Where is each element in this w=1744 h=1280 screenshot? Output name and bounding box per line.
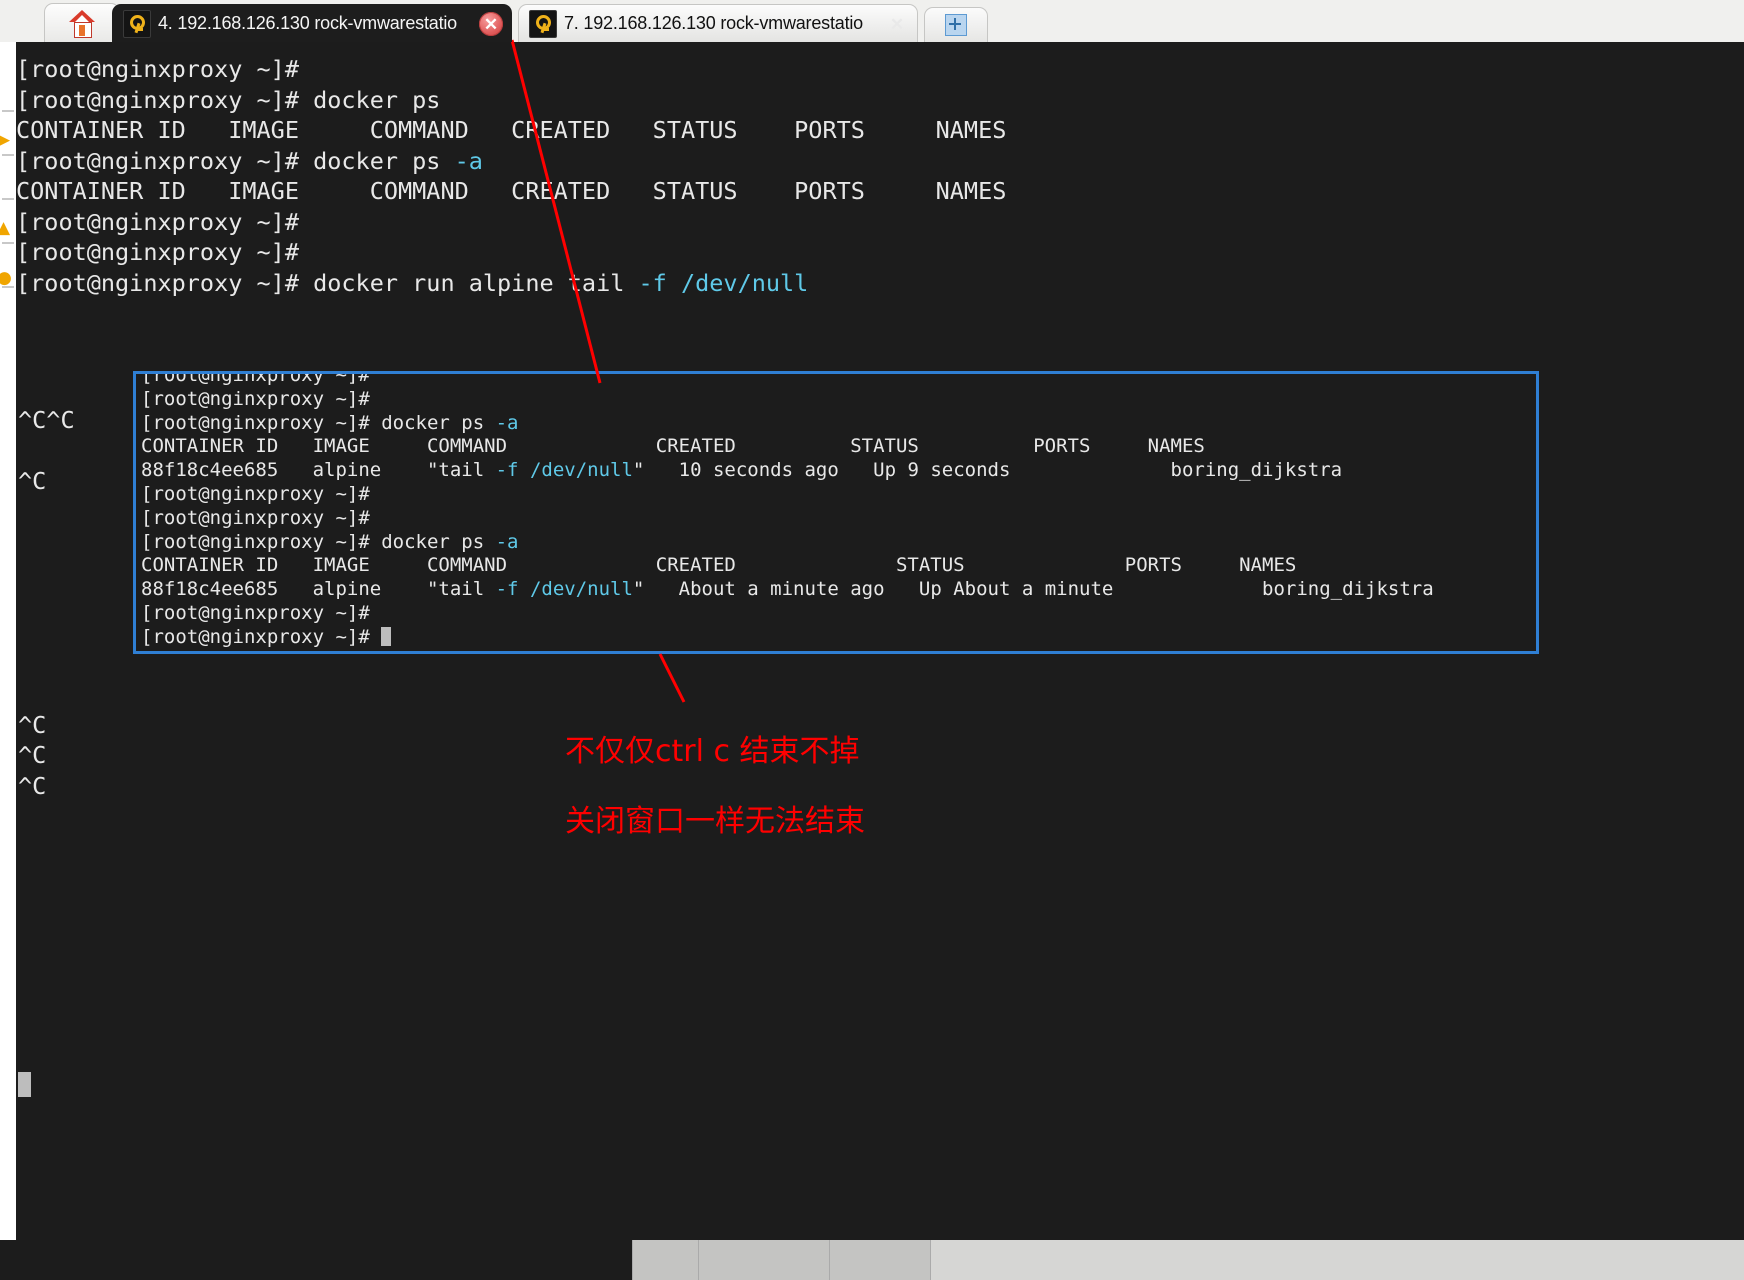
terminal-line: [root@nginxproxy ~]# docker ps -a <box>141 412 1434 436</box>
browser-tab-bar: 4. 192.168.126.130 rock-vmwarestatio ✕ 7… <box>0 0 1744 43</box>
terminal-line: [root@nginxproxy ~]# <box>141 602 1434 626</box>
plus-icon <box>945 14 967 36</box>
terminal-text: 88f18c4ee685 alpine "tail <box>141 578 496 600</box>
interrupt-marker: ^C <box>18 710 46 741</box>
new-tab-button[interactable] <box>924 7 988 42</box>
terminal-text: [root@nginxproxy ~]# <box>141 388 370 410</box>
terminal-text: -a <box>496 412 519 434</box>
interrupt-marker: ^C <box>18 771 46 802</box>
pasted-terminal-panel: [root@nginxproxy ~]#[root@nginxproxy ~]#… <box>133 371 1539 654</box>
tab-strip: 4. 192.168.126.130 rock-vmwarestatio ✕ 7… <box>0 0 988 42</box>
tab-session-7[interactable]: 7. 192.168.126.130 rock-vmwarestatio ✕ <box>518 4 918 42</box>
terminal-text: [root@nginxproxy ~]# docker ps <box>141 531 496 553</box>
terminal-line: 88f18c4ee685 alpine "tail -f /dev/null" … <box>141 578 1434 602</box>
interrupt-marker: ^C^C <box>18 405 75 436</box>
terminal-text: -f <box>496 459 519 481</box>
terminal-text: [root@nginxproxy ~]# docker run alpine t… <box>16 269 639 297</box>
terminal-line: CONTAINER ID IMAGE COMMAND CREATED STATU… <box>141 435 1434 459</box>
taskbar-segment[interactable] <box>829 1240 931 1280</box>
terminal-line: [root@nginxproxy ~]# <box>141 626 1434 650</box>
terminal-line: [root@nginxproxy ~]# docker ps -a <box>16 146 1006 177</box>
terminal-line: [root@nginxproxy ~]# docker ps -a <box>141 531 1434 555</box>
terminal-cursor <box>381 627 391 646</box>
terminal-text: CONTAINER ID IMAGE COMMAND CREATED STATU… <box>16 116 1006 144</box>
terminal-text: [root@nginxproxy ~]# <box>16 208 299 236</box>
terminal-text: CONTAINER ID IMAGE COMMAND CREATED STATU… <box>141 435 1205 457</box>
terminal-line: 88f18c4ee685 alpine "tail -f /dev/null" … <box>141 459 1434 483</box>
left-gutter <box>0 42 16 1240</box>
pasted-terminal-lines: [root@nginxproxy ~]#[root@nginxproxy ~]#… <box>141 371 1434 650</box>
terminal-text: /dev/null <box>681 269 808 297</box>
terminal-text: -a <box>455 147 483 175</box>
terminal-line: CONTAINER ID IMAGE COMMAND CREATED STATU… <box>16 115 1006 146</box>
terminal-text: [root@nginxproxy ~]# <box>141 626 381 648</box>
terminal-text: " 10 seconds ago Up 9 seconds boring_dij… <box>633 459 1342 481</box>
terminal-text: -a <box>496 531 519 553</box>
taskbar-segment[interactable] <box>632 1240 699 1280</box>
terminal-text: [root@nginxproxy ~]# docker ps <box>16 147 455 175</box>
terminal-cursor <box>18 1072 31 1097</box>
interrupt-marker: ^C <box>18 466 46 497</box>
terminal-text: CONTAINER ID IMAGE COMMAND CREATED STATU… <box>141 554 1296 576</box>
terminal-line: [root@nginxproxy ~]# <box>141 507 1434 531</box>
taskbar-terminal-area <box>0 1240 632 1280</box>
terminal-text: [root@nginxproxy ~]# <box>16 238 299 266</box>
terminal-text: [root@nginxproxy ~]# <box>16 55 299 83</box>
close-icon[interactable]: ✕ <box>479 12 503 36</box>
terminal-text: [root@nginxproxy ~]# docker ps <box>141 412 496 434</box>
terminal-text: -f <box>496 578 519 600</box>
terminal-text: /dev/null <box>530 578 633 600</box>
terminal-text <box>667 269 681 297</box>
terminal-line: [root@nginxproxy ~]# <box>16 237 1006 268</box>
taskbar <box>0 1240 1744 1280</box>
terminal-line: [root@nginxproxy ~]# docker ps <box>16 85 1006 116</box>
terminal-text <box>519 578 530 600</box>
interrupt-marker: ^C <box>18 740 46 771</box>
terminal-line: [root@nginxproxy ~]# <box>16 54 1006 85</box>
terminal-line: [root@nginxproxy ~]# <box>141 371 1434 388</box>
terminal-text: [root@nginxproxy ~]# <box>141 371 370 386</box>
terminal-text <box>519 459 530 481</box>
terminal-text: [root@nginxproxy ~]# <box>141 602 370 624</box>
terminal-text: " About a minute ago Up About a minute b… <box>633 578 1434 600</box>
terminal-line: [root@nginxproxy ~]# <box>141 483 1434 507</box>
terminal-text: 88f18c4ee685 alpine "tail <box>141 459 496 481</box>
terminal-text: [root@nginxproxy ~]# docker ps <box>16 86 440 114</box>
tab-session-4[interactable]: 4. 192.168.126.130 rock-vmwarestatio ✕ <box>112 4 512 42</box>
taskbar-segment[interactable] <box>698 1240 830 1280</box>
terminal-text: [root@nginxproxy ~]# <box>141 507 370 529</box>
home-tab[interactable] <box>44 3 120 42</box>
terminal-scrollback: [root@nginxproxy ~]#[root@nginxproxy ~]#… <box>16 54 1006 298</box>
terminal-text: -f <box>639 269 667 297</box>
terminal-line: [root@nginxproxy ~]# <box>141 388 1434 412</box>
terminal-text: /dev/null <box>530 459 633 481</box>
terminal-line: CONTAINER ID IMAGE COMMAND CREATED STATU… <box>16 176 1006 207</box>
tab-session-4-label: 4. 192.168.126.130 rock-vmwarestatio <box>158 13 501 34</box>
home-icon <box>69 9 95 37</box>
close-icon[interactable]: ✕ <box>885 12 909 36</box>
terminal-line: [root@nginxproxy ~]# <box>16 207 1006 238</box>
tab-session-7-label: 7. 192.168.126.130 rock-vmwarestatio <box>564 13 907 34</box>
terminal-line: CONTAINER ID IMAGE COMMAND CREATED STATU… <box>141 554 1434 578</box>
key-icon <box>123 10 151 38</box>
key-icon <box>529 10 557 38</box>
terminal-text: CONTAINER ID IMAGE COMMAND CREATED STATU… <box>16 177 1006 205</box>
terminal-text: [root@nginxproxy ~]# <box>141 483 370 505</box>
terminal-line: [root@nginxproxy ~]# docker run alpine t… <box>16 268 1006 299</box>
